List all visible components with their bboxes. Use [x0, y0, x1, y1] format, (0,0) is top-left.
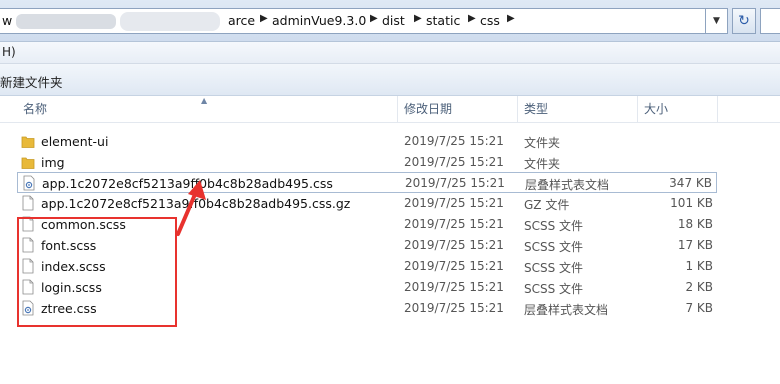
search-box[interactable]: [760, 8, 780, 34]
sort-ascending-icon: ▲: [201, 96, 208, 105]
menu-item-help[interactable]: H): [2, 45, 16, 59]
column-header-row: 名称 ▲ 修改日期 类型 大小: [0, 96, 780, 123]
annotation-arrow-icon: [176, 180, 206, 236]
file-size: 17 KB: [677, 238, 713, 252]
file-date: 2019/7/25 15:21: [404, 196, 504, 210]
column-header-modified[interactable]: 修改日期: [398, 96, 518, 123]
file-size: 101 KB: [670, 196, 713, 210]
column-header-name[interactable]: 名称: [17, 96, 398, 123]
refresh-button[interactable]: ↻: [732, 8, 756, 34]
list-item[interactable]: img 2019/7/25 15:21 文件夹: [17, 152, 717, 173]
file-type: GZ 文件: [524, 198, 570, 212]
file-date: 2019/7/25 15:21: [404, 259, 504, 273]
breadcrumb-item[interactable]: arce: [228, 13, 255, 28]
file-type: 文件夹: [524, 136, 561, 150]
file-type: SCSS 文件: [524, 240, 584, 254]
address-box[interactable]: w arce ▶ adminVue9.3.0 ▶ dist ▶ static ▶…: [0, 8, 706, 34]
chevron-right-icon[interactable]: ▶: [414, 13, 422, 24]
column-header-type-label: 类型: [524, 102, 549, 116]
file-date: 2019/7/25 15:21: [404, 238, 504, 252]
chevron-down-icon: ▼: [713, 16, 720, 26]
css-file-icon: [23, 175, 35, 191]
redacted-area: [16, 14, 116, 29]
annotation-highlight-box: [17, 217, 177, 327]
breadcrumb-item[interactable]: dist: [382, 13, 405, 28]
file-size: 2 KB: [685, 280, 713, 294]
chevron-right-icon[interactable]: ▶: [507, 13, 515, 24]
file-type: 层叠样式表文档: [524, 303, 609, 317]
chevron-right-icon[interactable]: ▶: [370, 13, 378, 24]
chevron-right-icon[interactable]: ▶: [468, 13, 476, 24]
file-type: SCSS 文件: [524, 261, 584, 275]
file-type: 层叠样式表文档: [525, 178, 610, 192]
column-header-name-label: 名称: [23, 102, 48, 116]
breadcrumb-item[interactable]: css: [480, 13, 500, 28]
file-size: 18 KB: [677, 217, 713, 231]
folder-icon: [21, 157, 35, 169]
redacted-area: [120, 12, 220, 31]
column-header-size-label: 大小: [644, 102, 669, 116]
file-date: 2019/7/25 15:21: [404, 134, 504, 148]
file-icon: [22, 195, 34, 211]
breadcrumb-item[interactable]: static: [426, 13, 460, 28]
chevron-right-icon[interactable]: ▶: [260, 13, 268, 24]
file-date: 2019/7/25 15:21: [404, 155, 504, 169]
list-item-selected[interactable]: app.1c2072e8cf5213a9ff0b4c8b28adb495.css…: [17, 172, 717, 193]
file-date: 2019/7/25 15:21: [405, 176, 505, 190]
file-type: SCSS 文件: [524, 219, 584, 233]
list-item[interactable]: element-ui 2019/7/25 15:21 文件夹: [17, 131, 717, 152]
refresh-icon: ↻: [738, 13, 750, 29]
file-date: 2019/7/25 15:21: [404, 280, 504, 294]
list-item[interactable]: app.1c2072e8cf5213a9ff0b4c8b28adb495.css…: [17, 193, 717, 214]
file-name: element-ui: [41, 134, 109, 149]
file-size: 7 KB: [685, 301, 713, 315]
breadcrumb-item[interactable]: adminVue9.3.0: [272, 13, 366, 28]
column-header-modified-label: 修改日期: [404, 102, 453, 116]
address-obscured-prefix: w: [2, 13, 13, 28]
file-type: SCSS 文件: [524, 282, 584, 296]
menu-bar: H): [0, 42, 780, 64]
history-dropdown-button[interactable]: ▼: [706, 8, 728, 34]
file-name: img: [41, 155, 65, 170]
folder-icon: [21, 136, 35, 148]
file-date: 2019/7/25 15:21: [404, 301, 504, 315]
new-folder-button[interactable]: 新建文件夹: [0, 72, 63, 91]
column-header-type[interactable]: 类型: [518, 96, 638, 123]
file-type: 文件夹: [524, 157, 561, 171]
file-size: 347 KB: [669, 176, 712, 190]
address-bar-strip: w arce ▶ adminVue9.3.0 ▶ dist ▶ static ▶…: [0, 0, 780, 42]
file-size: 1 KB: [685, 259, 713, 273]
command-bar: 新建文件夹: [0, 64, 780, 96]
column-header-size[interactable]: 大小: [638, 96, 718, 123]
file-date: 2019/7/25 15:21: [404, 217, 504, 231]
